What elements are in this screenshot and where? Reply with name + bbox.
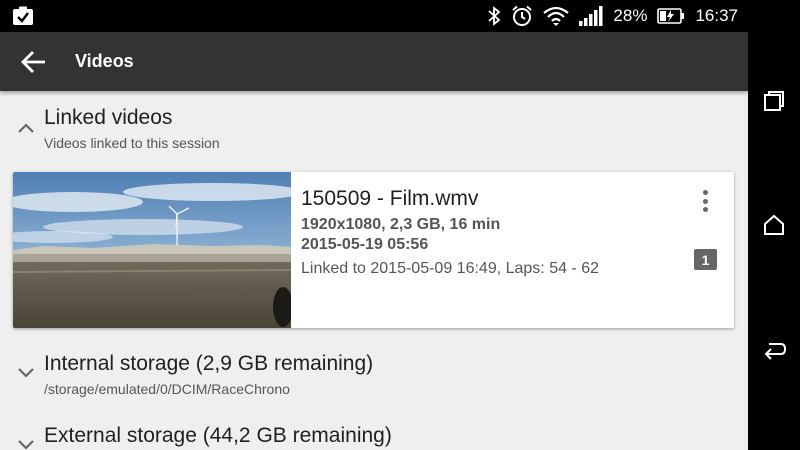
signal-icon — [579, 6, 603, 26]
alarm-clock-icon — [511, 5, 533, 27]
video-date: 2015-05-19 05:56 — [301, 236, 429, 253]
section-linked-videos: Linked videos Videos linked to this sess… — [0, 91, 748, 161]
video-meta: 1920x1080, 2,3 GB, 16 min — [301, 216, 501, 233]
screen: 28% 16:37 Videos Linked videos Videos li… — [0, 0, 748, 450]
back-icon[interactable] — [760, 336, 788, 364]
arrow-back-icon[interactable] — [20, 49, 48, 75]
wifi-icon — [543, 5, 570, 27]
chevron-down-icon[interactable] — [16, 438, 36, 450]
section-title[interactable]: External storage (44,2 GB remaining) — [44, 424, 392, 448]
battery-charging-icon — [657, 8, 685, 24]
chevron-up-icon[interactable] — [16, 121, 36, 135]
section-title[interactable]: Linked videos — [44, 106, 172, 130]
section-subtitle: /storage/emulated/0/DCIM/RaceChrono — [44, 381, 290, 397]
video-link-info: Linked to 2015-05-09 16:49, Laps: 54 - 6… — [301, 260, 599, 277]
status-bar: 28% 16:37 — [0, 0, 748, 32]
section-title[interactable]: Internal storage (2,9 GB remaining) — [44, 352, 373, 376]
more-vert-icon[interactable] — [695, 188, 715, 214]
section-subtitle: Videos linked to this session — [44, 135, 220, 151]
page-title: Videos — [75, 51, 134, 71]
video-name: 150509 - Film.wmv — [301, 187, 479, 210]
section-internal-storage: Internal storage (2,9 GB remaining) /sto… — [0, 338, 748, 404]
section-external-storage: External storage (44,2 GB remaining) — [0, 410, 748, 450]
navigation-bar — [748, 0, 800, 450]
video-thumbnail — [13, 172, 291, 328]
app-bar: Videos — [0, 32, 748, 91]
home-icon[interactable] — [760, 211, 788, 239]
recent-apps-icon[interactable] — [760, 87, 788, 115]
clipboard-check-icon — [12, 6, 34, 26]
video-count-badge: 1 — [694, 249, 717, 270]
bluetooth-icon — [487, 6, 501, 26]
status-time: 16:37 — [695, 6, 738, 25]
battery-percent: 28% — [613, 6, 648, 25]
chevron-down-icon[interactable] — [16, 366, 36, 380]
video-card[interactable]: 150509 - Film.wmv 1920x1080, 2,3 GB, 16 … — [13, 172, 734, 328]
